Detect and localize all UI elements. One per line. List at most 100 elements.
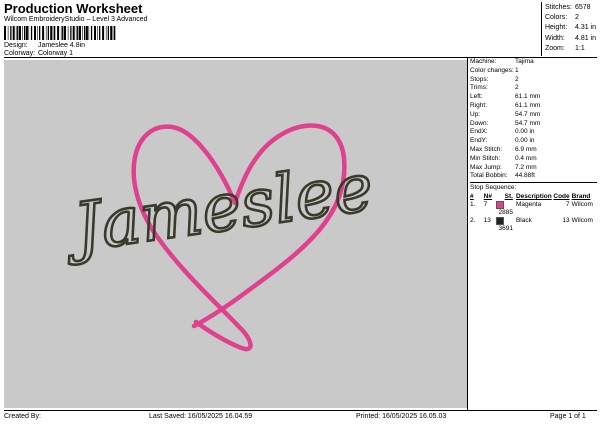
stop-sequence-title: Stop Sequence: bbox=[470, 184, 517, 192]
machine-info-row: Left: 61.1 mm bbox=[470, 93, 597, 102]
machine-info-row: Stops: 2 bbox=[470, 76, 597, 85]
info-value: 54.7 mm bbox=[515, 119, 541, 127]
stat-row: Colors: 2 bbox=[545, 13, 596, 23]
stat-value: 4.81 in bbox=[575, 34, 597, 42]
software-subtitle: Wilcom EmbroideryStudio – Level 3 Advanc… bbox=[4, 16, 148, 23]
col-brand: Brand bbox=[571, 193, 591, 201]
footer-divider bbox=[4, 410, 597, 411]
stop-num: 2. bbox=[470, 217, 476, 225]
machine-info-row: Right: 61.1 mm bbox=[470, 102, 597, 111]
col-desc: Description bbox=[515, 193, 552, 201]
info-value: 0.00 in bbox=[515, 128, 535, 136]
stat-row: Width: 4.81 in bbox=[545, 34, 596, 44]
info-label: EndY: bbox=[470, 137, 488, 145]
info-label: Stops: bbox=[470, 75, 489, 83]
stop-num: 1. bbox=[470, 201, 476, 209]
design-preview: Jameslee bbox=[57, 123, 379, 352]
stat-value: 6578 bbox=[575, 4, 591, 11]
info-value: 6.9 mm bbox=[515, 145, 537, 153]
machine-info-row: Max Stitch: 6.9 mm bbox=[470, 146, 597, 155]
machine-info-row: Down: 54.7 mm bbox=[470, 120, 597, 129]
info-value: 1 bbox=[515, 66, 519, 74]
info-label: Right: bbox=[470, 101, 487, 109]
color-swatch-icon bbox=[496, 217, 505, 226]
created-by: Created By: bbox=[4, 413, 41, 420]
design-canvas[interactable]: Jameslee bbox=[4, 60, 467, 408]
thread-code: 13 bbox=[562, 217, 570, 225]
info-value: 2 bbox=[515, 75, 519, 83]
machine-info-row: Total Bobbin: 44.88ft bbox=[470, 172, 597, 181]
col-code: Code bbox=[553, 193, 570, 201]
info-label: Down: bbox=[470, 119, 489, 127]
stop-sequence-header: # N# St. Description Code Brand bbox=[470, 193, 597, 200]
page-number: Page 1 of 1 bbox=[550, 413, 586, 420]
machine-info-row: Min Stitch: 0.4 mm bbox=[470, 155, 597, 164]
info-label: EndX: bbox=[470, 128, 488, 136]
col-num: # bbox=[470, 193, 474, 201]
stat-label: Zoom: bbox=[545, 44, 565, 52]
barcode bbox=[4, 26, 116, 40]
design-value: Jameslee 4.8in bbox=[37, 42, 86, 49]
design-label: Design: bbox=[4, 42, 28, 49]
design-row: Design: Jameslee 4.8in bbox=[4, 42, 85, 49]
thread-brand: Wilcom bbox=[571, 201, 593, 209]
printed-date: Printed: 16/05/2025 16.05.03 bbox=[356, 413, 447, 420]
stat-row: Height: 4.31 in bbox=[545, 23, 596, 33]
color-swatch-icon bbox=[496, 201, 505, 210]
machine-info-row: Color changes: 1 bbox=[470, 67, 597, 76]
info-value: 61.1 mm bbox=[515, 101, 541, 109]
panel-divider bbox=[467, 58, 468, 410]
machine-info-panel: Machine: Tajima Color changes: 1 Stops: 2 Trim… bbox=[470, 58, 597, 232]
info-label: Min Stitch: bbox=[470, 154, 501, 162]
info-label: Max Stitch: bbox=[470, 145, 503, 153]
info-label: Machine: bbox=[470, 58, 497, 65]
info-label: Trims: bbox=[470, 84, 488, 92]
thread-code: 7 bbox=[566, 201, 570, 209]
thread-desc: Magenta bbox=[515, 201, 542, 209]
stat-label: Height: bbox=[545, 24, 568, 32]
stitch-count: 2885 bbox=[494, 201, 513, 216]
col-st: St. bbox=[504, 193, 513, 201]
stat-row: Stitches: 6578 bbox=[545, 3, 596, 13]
colorway-row: Colorway: Colorway 1 bbox=[4, 50, 73, 57]
top-stats: Stitches: 6578 Colors: 2 Height: 4.31 in Width… bbox=[545, 3, 596, 54]
info-label: Total Bobbin: bbox=[470, 172, 508, 180]
stat-label: Stitches: bbox=[545, 4, 572, 11]
last-saved: Last Saved: 16/05/2025 16.04.59 bbox=[149, 413, 253, 420]
stat-value: 2 bbox=[575, 14, 579, 22]
col-n: N# bbox=[483, 193, 492, 201]
stat-label: Colors: bbox=[545, 14, 568, 22]
colorway-value: Colorway 1 bbox=[37, 50, 73, 57]
machine-info-row: Trims: 2 bbox=[470, 84, 597, 93]
stat-value: 1:1 bbox=[575, 44, 585, 52]
stop-row[interactable]: 2. 13 3691 Black 13 Wilcom bbox=[470, 217, 597, 232]
info-value: 0.00 in bbox=[515, 137, 535, 145]
info-label: Max Jump: bbox=[470, 163, 502, 171]
thread-brand: Wilcom bbox=[571, 217, 593, 225]
stat-label: Width: bbox=[545, 34, 565, 42]
info-value: 54.7 mm bbox=[515, 110, 541, 118]
colorway-label: Colorway: bbox=[4, 50, 36, 57]
page-title: Production Worksheet bbox=[4, 1, 143, 16]
needle-num: 13 bbox=[483, 217, 491, 225]
info-value: 7.2 mm bbox=[515, 163, 537, 171]
machine-info-row: EndX: 0.00 in bbox=[470, 128, 597, 137]
info-value: 0.4 mm bbox=[515, 154, 537, 162]
info-label: Up: bbox=[470, 110, 481, 118]
info-label: Left: bbox=[470, 93, 483, 101]
stats-divider bbox=[541, 2, 542, 56]
stop-row[interactable]: 1. 7 2885 Magenta 7 Wilcom bbox=[470, 201, 597, 216]
info-value: 44.88ft bbox=[515, 172, 535, 180]
info-value: Tajima bbox=[515, 58, 534, 65]
thread-desc: Black bbox=[515, 217, 532, 225]
stitch-count: 3691 bbox=[494, 217, 513, 232]
machine-info-row: Up: 54.7 mm bbox=[470, 111, 597, 120]
info-value: 61.1 mm bbox=[515, 93, 541, 101]
needle-num: 7 bbox=[483, 201, 488, 209]
info-label: Color changes: bbox=[470, 66, 514, 74]
machine-info-row: Machine: Tajima bbox=[470, 58, 597, 67]
stat-value: 4.31 in bbox=[575, 24, 597, 32]
stop-divider bbox=[470, 182, 597, 184]
info-value: 2 bbox=[515, 84, 519, 92]
stat-row: Zoom: 1:1 bbox=[545, 44, 596, 54]
